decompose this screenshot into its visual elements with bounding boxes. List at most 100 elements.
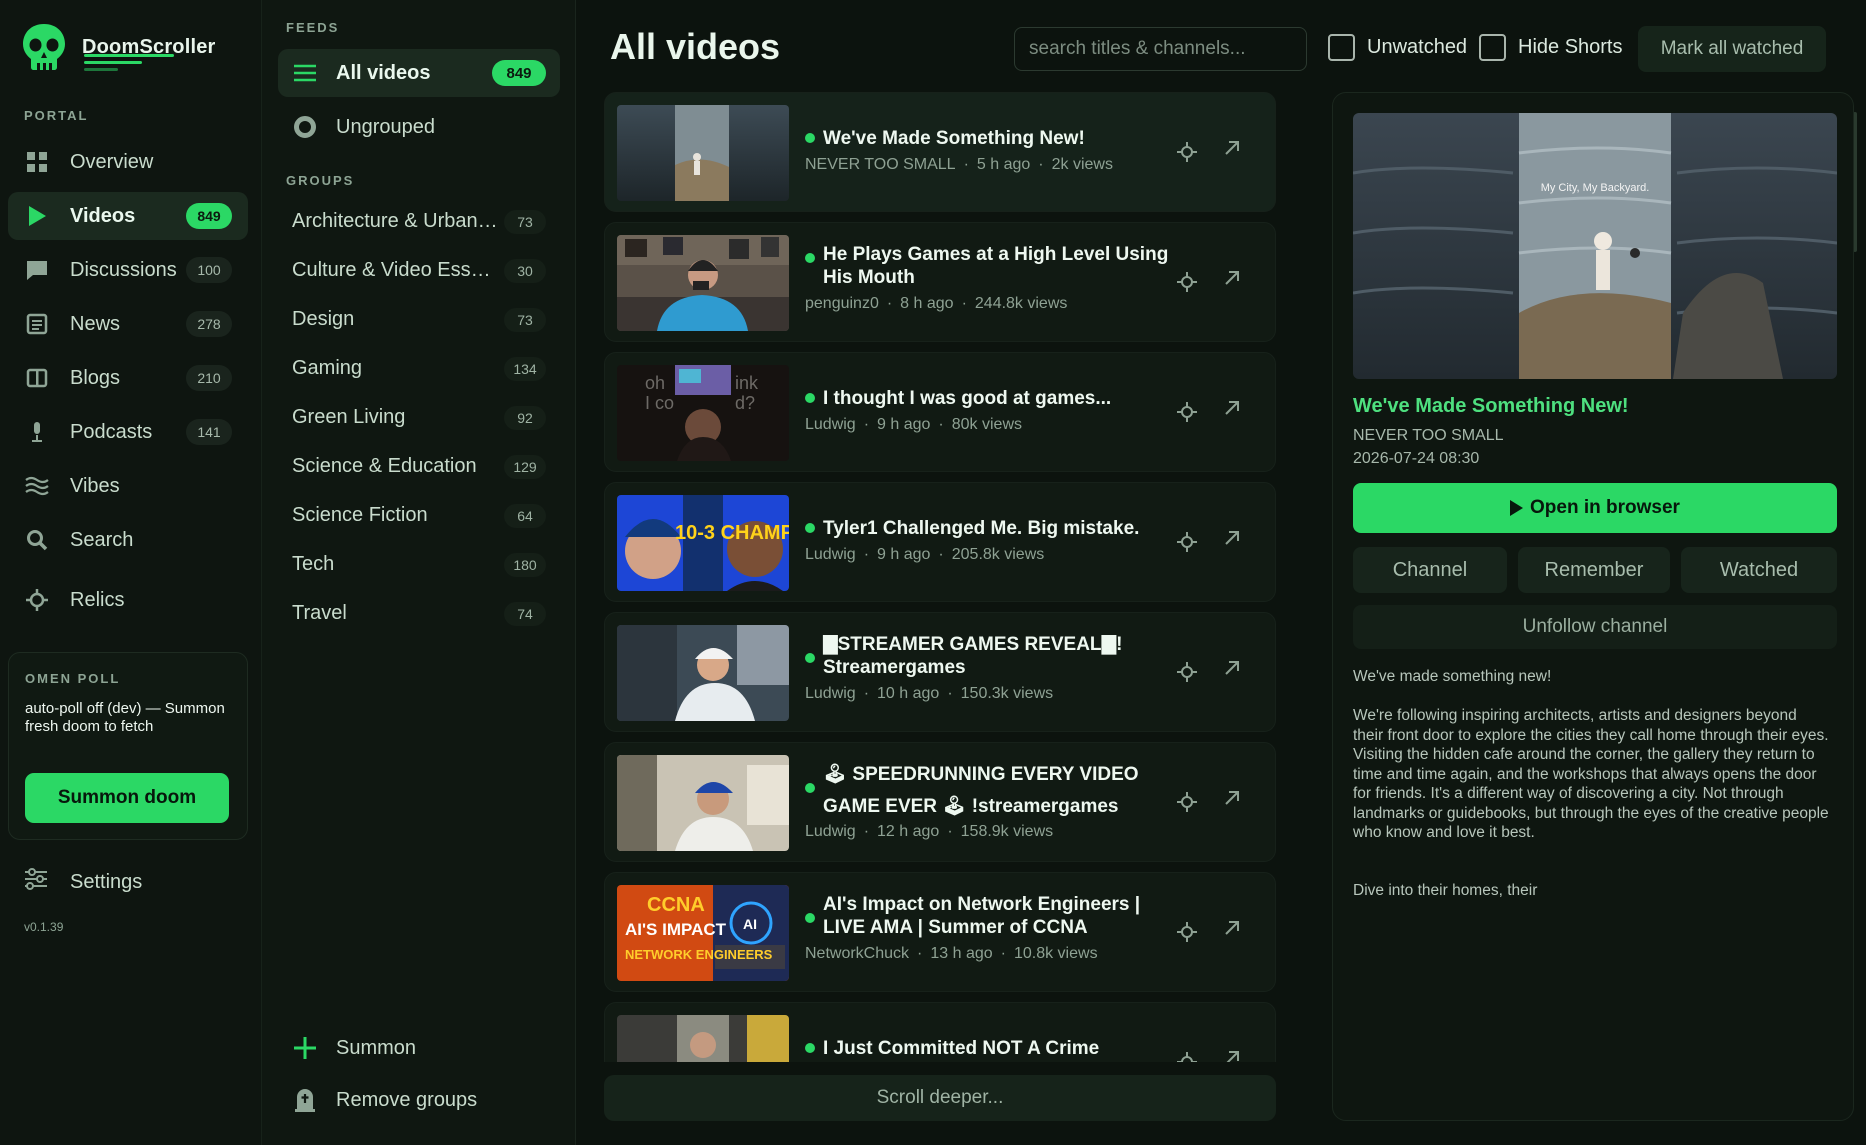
omen-poll-panel: OMEN POLL auto-poll off (dev) — Summon f… <box>8 652 248 840</box>
thumb-text: I co <box>645 393 674 413</box>
unwatched-toggle[interactable]: Unwatched <box>1328 34 1467 61</box>
crosshair-icon[interactable] <box>1173 1048 1201 1062</box>
mark-all-watched-button[interactable]: Mark all watched <box>1638 26 1826 72</box>
crosshair-icon[interactable] <box>1173 528 1201 556</box>
nav-label: Blogs <box>70 366 121 389</box>
detail-thumbnail[interactable]: My City, My Backyard. <box>1353 113 1837 379</box>
external-link-icon[interactable] <box>1218 914 1246 942</box>
feed-label: Ungrouped <box>336 115 435 138</box>
external-link-icon[interactable] <box>1218 524 1246 552</box>
group-item[interactable]: Culture & Video Essays 30 <box>278 246 560 295</box>
video-card[interactable]: 10-3 CHAMP Tyler1 Challenged Me. Big mis… <box>604 482 1276 602</box>
group-item[interactable]: Architecture & Urbani... 73 <box>278 197 560 246</box>
nav-item-blogs[interactable]: Blogs 210 <box>8 354 248 402</box>
summon-doom-button[interactable]: Summon doom <box>25 773 229 823</box>
thumb-text: oh <box>645 373 665 393</box>
external-link-icon[interactable] <box>1218 784 1246 812</box>
brand[interactable]: DoomScroller <box>20 22 216 72</box>
unwatched-checkbox[interactable] <box>1328 34 1355 61</box>
crosshair-icon[interactable] <box>1173 918 1201 946</box>
group-item[interactable]: Green Living 92 <box>278 393 560 442</box>
group-label: Culture & Video Essays <box>292 259 498 281</box>
list-icon <box>292 63 318 83</box>
remember-button[interactable]: Remember <box>1518 547 1670 593</box>
video-card[interactable]: We've Made Something New! NEVER TOO SMAL… <box>604 92 1276 212</box>
video-list: We've Made Something New! NEVER TOO SMAL… <box>604 92 1282 1062</box>
group-item[interactable]: Tech 180 <box>278 540 560 589</box>
nav-item-settings[interactable]: Settings <box>24 868 142 896</box>
nav-item-relics[interactable]: Relics <box>8 576 248 624</box>
play-icon <box>1510 500 1524 516</box>
group-item[interactable]: Science & Education 129 <box>278 442 560 491</box>
nav-item-search[interactable]: Search <box>8 516 248 564</box>
external-link-icon[interactable] <box>1218 654 1246 682</box>
nav-item-podcasts[interactable]: Podcasts 141 <box>8 408 248 456</box>
feeds-label: FEEDS <box>286 20 340 35</box>
main-content: All videos Unwatched Hide Shorts Mark al… <box>576 0 1866 1145</box>
group-count: 73 <box>504 307 546 332</box>
video-card[interactable]: CCNA AI'S IMPACT NETWORK ENGINEERS AI AI… <box>604 872 1276 992</box>
group-count: 129 <box>504 454 546 479</box>
external-link-icon[interactable] <box>1218 394 1246 422</box>
video-views: 10.8k views <box>1013 945 1098 962</box>
chat-icon <box>24 257 50 283</box>
nav-label: News <box>70 312 121 335</box>
unwatched-dot <box>805 133 815 143</box>
crosshair-icon[interactable] <box>1173 138 1201 166</box>
video-card[interactable]: 🕹 SPEEDRUNNING EVERY VIDEO GAME EVER 🕹 !… <box>604 742 1276 862</box>
video-channel: NEVER TOO SMALL <box>805 156 956 173</box>
hide-shorts-label: Hide Shorts <box>1518 36 1623 58</box>
brand-bars <box>84 54 174 75</box>
video-meta: Ludwig · 10 h ago · 150.3k views <box>805 685 1054 702</box>
watched-button[interactable]: Watched <box>1681 547 1837 593</box>
video-card[interactable]: oh ink I co d? I thought I was good at g… <box>604 352 1276 472</box>
scroll-deeper-button[interactable]: Scroll deeper... <box>604 1075 1276 1121</box>
newspaper-icon <box>24 311 50 337</box>
nav-item-vibes[interactable]: Vibes <box>8 462 248 510</box>
crosshair-icon[interactable] <box>1173 398 1201 426</box>
group-item[interactable]: Science Fiction 64 <box>278 491 560 540</box>
group-label: Gaming <box>292 357 363 379</box>
nav-item-discussions[interactable]: Discussions 100 <box>8 246 248 294</box>
crosshair-icon[interactable] <box>1173 268 1201 296</box>
crosshair-icon[interactable] <box>1173 788 1201 816</box>
tombstone-icon <box>292 1088 318 1112</box>
remove-groups-button[interactable]: Remove groups <box>292 1088 477 1112</box>
external-link-icon[interactable] <box>1218 134 1246 162</box>
microphone-icon <box>24 419 50 445</box>
group-item[interactable]: Gaming 134 <box>278 344 560 393</box>
feed-all-videos[interactable]: All videos 849 <box>278 49 560 97</box>
nav-item-news[interactable]: News 278 <box>8 300 248 348</box>
open-in-browser-button[interactable]: Open in browser <box>1353 483 1837 533</box>
unwatched-dot <box>805 393 815 403</box>
video-channel: Ludwig <box>805 823 856 840</box>
video-card[interactable]: He Plays Games at a High Level Using His… <box>604 222 1276 342</box>
video-meta: NetworkChuck · 13 h ago · 10.8k views <box>805 945 1098 962</box>
video-views: 158.9k views <box>960 823 1054 840</box>
summon-group-button[interactable]: Summon <box>292 1036 416 1060</box>
nav-item-overview[interactable]: Overview <box>8 138 248 186</box>
group-item[interactable]: Travel 74 <box>278 589 560 638</box>
video-title: Tyler1 Challenged Me. Big mistake. <box>823 518 1140 539</box>
video-age: 12 h ago <box>877 823 940 840</box>
search-input[interactable] <box>1014 27 1307 71</box>
nav-count: 849 <box>186 203 232 229</box>
external-link-icon[interactable] <box>1218 264 1246 292</box>
external-link-icon[interactable] <box>1218 1044 1246 1062</box>
nav-item-videos[interactable]: Videos 849 <box>8 192 248 240</box>
detail-date: 2026-07-24 08:30 <box>1353 450 1480 467</box>
video-channel: Ludwig <box>805 416 856 433</box>
hide-shorts-checkbox[interactable] <box>1479 34 1506 61</box>
thumb-text: CCNA <box>647 894 705 916</box>
crosshair-icon[interactable] <box>1173 658 1201 686</box>
feed-ungrouped[interactable]: Ungrouped <box>278 103 560 151</box>
thumb-text: NETWORK ENGINEERS <box>625 947 773 962</box>
hide-shorts-toggle[interactable]: Hide Shorts <box>1479 34 1623 61</box>
video-views: 205.8k views <box>951 546 1045 563</box>
video-card[interactable]: ▇STREAMER GAMES REVEAL▇! Streamergames L… <box>604 612 1276 732</box>
video-card[interactable]: I Just Committed NOT A Crime <box>604 1002 1276 1062</box>
nav-count: 278 <box>186 311 232 337</box>
unfollow-channel-button[interactable]: Unfollow channel <box>1353 605 1837 649</box>
channel-button[interactable]: Channel <box>1353 547 1507 593</box>
group-item[interactable]: Design 73 <box>278 295 560 344</box>
